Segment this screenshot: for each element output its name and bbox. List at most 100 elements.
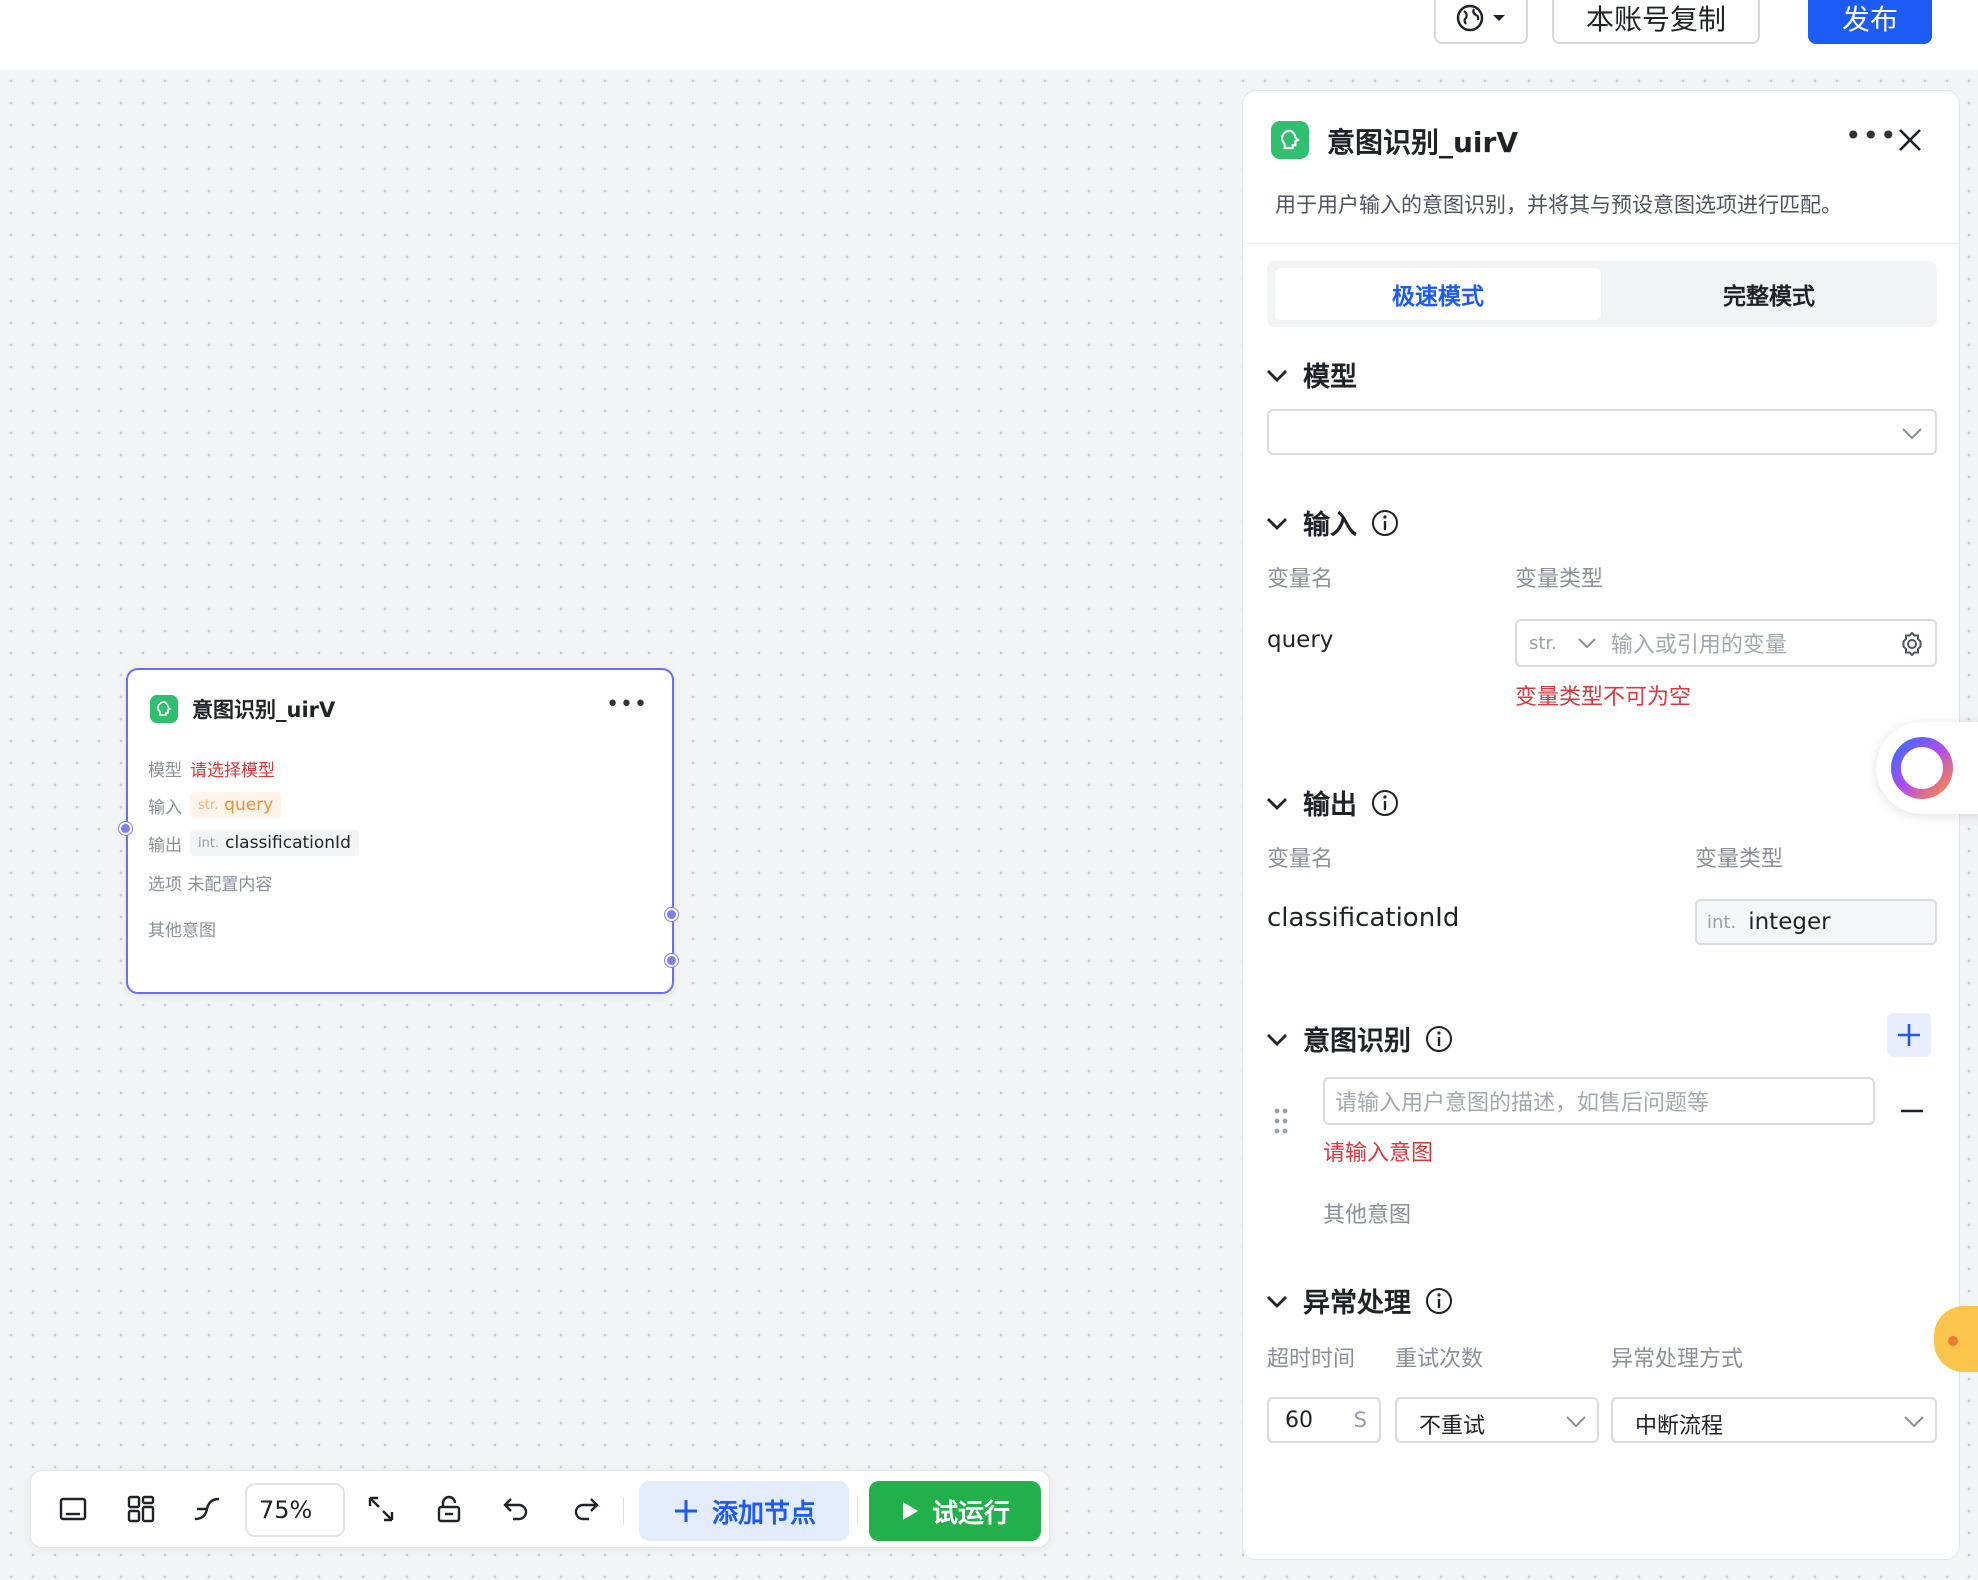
minimap-icon [59,1497,87,1521]
model-select[interactable] [1267,409,1937,455]
input-section-header[interactable]: 输入 [1265,503,1399,542]
minimap-button[interactable] [53,1489,93,1529]
intent-section-header[interactable]: 意图识别 [1265,1019,1453,1058]
info-icon[interactable] [1425,1025,1453,1053]
ai-assistant-button[interactable] [1876,722,1978,814]
node-options-text: 选项 未配置内容 [148,875,273,895]
output-col-name-label: 变量名 [1267,847,1334,872]
input-var-value-field[interactable]: str. 输入或引用的变量 [1515,619,1937,667]
node-model-row: 模型 请选择模型 [148,756,275,781]
chevron-down-icon [1904,1416,1924,1428]
output-section-header[interactable]: 输出 [1265,783,1399,822]
undo-button[interactable] [497,1489,537,1529]
node-model-label: 模型 [148,761,182,781]
chevron-down-icon [1267,369,1287,382]
auto-layout-button[interactable] [121,1489,161,1529]
tab-fast-mode[interactable]: 极速模式 [1275,268,1601,320]
timeout-unit: S [1353,1408,1367,1432]
add-node-button[interactable]: 添加节点 [639,1481,849,1541]
node-header: 意图识别_uirV [150,694,335,724]
output-section-title: 输出 [1303,790,1357,821]
panel-title[interactable]: 意图识别_uirV [1327,121,1518,161]
intent-description-input[interactable]: 请输入用户意图的描述，如售后问题等 [1323,1077,1875,1125]
toolbar-divider [857,1497,858,1525]
info-icon[interactable] [1371,789,1399,817]
panel-header-divider [1243,243,1959,244]
info-icon[interactable] [1371,509,1399,537]
expand-icon [368,1496,394,1522]
node-option-output-port[interactable] [665,908,678,921]
input-var-name: query [1267,627,1334,653]
node-output-row: 输出 int. classificationId [148,830,359,856]
chevron-down-icon [1566,1416,1586,1428]
toolbar-divider [623,1497,624,1525]
add-intent-button[interactable] [1887,1013,1931,1057]
node-other-intent: 其他意图 [148,921,216,941]
mode-tabs: 极速模式 完整模式 [1267,261,1937,327]
close-icon [1899,129,1921,151]
panel-description: 用于用户输入的意图识别，并将其与预设意图选项进行匹配。 [1275,193,1842,217]
publish-button[interactable]: 发布 [1808,0,1932,44]
exception-method-label: 异常处理方式 [1611,1347,1744,1372]
chevron-down-icon [1267,517,1287,530]
output-type-tag: int. [1707,911,1737,933]
exception-section-header[interactable]: 异常处理 [1265,1281,1453,1320]
chevron-down-icon [1902,428,1922,440]
node-title: 意图识别_uirV [192,698,336,722]
connector-style-button[interactable] [189,1489,229,1529]
node-output-chip: int. classificationId [190,830,359,856]
model-section-header[interactable]: 模型 [1265,355,1357,394]
panel-close-button[interactable] [1897,127,1923,157]
info-icon[interactable] [1425,1287,1453,1315]
zoom-level-input[interactable]: 75% [245,1483,345,1537]
timeout-label: 超时时间 [1267,1347,1356,1372]
add-node-label: 添加节点 [711,1498,816,1529]
chevron-down-icon [1267,1295,1287,1308]
chevron-down-icon [1267,797,1287,810]
input-type-tag[interactable]: str. [1529,633,1557,654]
input-col-type-label: 变量类型 [1515,567,1604,592]
node-more-icon[interactable]: ••• [606,692,648,717]
undo-icon [503,1498,528,1521]
input-section-title: 输入 [1303,510,1357,541]
intent-error: 请输入意图 [1323,1141,1434,1166]
output-var-name: classificationId [1267,903,1460,933]
lock-button[interactable] [429,1489,469,1529]
node-input-port[interactable] [119,822,132,835]
language-button[interactable] [1434,0,1528,44]
drag-handle-icon[interactable] [1273,1107,1289,1139]
node-input-value: query [224,795,274,815]
timeout-input[interactable]: 60 S [1267,1397,1381,1443]
tab-full-mode[interactable]: 完整模式 [1609,268,1929,320]
node-model-value: 请选择模型 [190,761,275,781]
node-output-label: 输出 [148,835,182,856]
intent-node-card[interactable]: 意图识别_uirV ••• 模型 请选择模型 输入 str. query 输出 … [119,668,678,994]
node-options-row: 选项 未配置内容 [148,870,272,895]
chevron-down-icon [1267,1033,1287,1046]
redo-button[interactable] [565,1489,605,1529]
branch-line-icon [194,1497,220,1521]
fit-view-button[interactable] [361,1489,401,1529]
plus-icon [1898,1024,1920,1046]
node-output-type: int. [198,835,220,851]
retry-label: 重试次数 [1395,1347,1484,1372]
output-type-value: integer [1748,909,1831,935]
try-run-button[interactable]: 试运行 [869,1481,1041,1541]
canvas-toolbar: 75% 添加节点 试运行 [30,1470,1050,1548]
node-other-output-port[interactable] [665,954,678,967]
globe-icon [1456,4,1484,32]
intent-other-label: 其他意图 [1323,1203,1412,1228]
remove-intent-button[interactable] [1899,1091,1925,1121]
exception-method-select[interactable]: 中断流程 [1611,1397,1937,1443]
exception-method-value: 中断流程 [1635,1414,1724,1439]
panel-more-icon[interactable]: ••• [1845,119,1898,152]
model-section-title: 模型 [1303,362,1357,393]
settings-gear-icon[interactable] [1899,631,1925,657]
input-col-name-label: 变量名 [1267,567,1334,592]
intent-description-placeholder: 请输入用户意图的描述，如售后问题等 [1335,1091,1710,1116]
copy-to-account-button[interactable]: 本账号复制 [1552,0,1760,44]
retry-select[interactable]: 不重试 [1395,1397,1599,1443]
chevron-down-icon[interactable] [1577,635,1597,651]
node-input-chip: str. query [190,792,282,818]
input-type-error: 变量类型不可为空 [1515,685,1692,710]
